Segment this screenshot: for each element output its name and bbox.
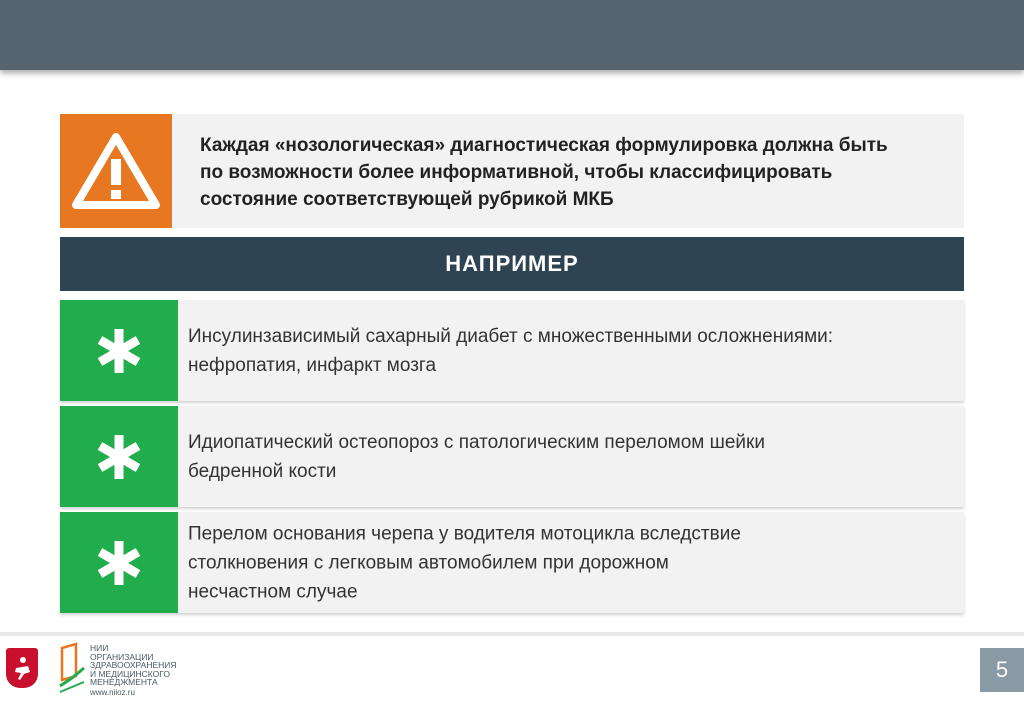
top-bar: [0, 0, 1024, 70]
logo-line: МЕНЕДЖМЕНТА: [90, 677, 158, 687]
item-line: нефропатия, инфаркт мозга: [188, 354, 437, 376]
item-text: Перелом основания черепа у водителя мото…: [188, 519, 950, 606]
item-line: несчастном случае: [188, 581, 358, 602]
asterisk-icon: [97, 328, 141, 373]
item-badge: [60, 406, 178, 507]
example-item: Идиопатический остеопороз с патологическ…: [60, 406, 964, 507]
item-badge: [60, 512, 178, 613]
warning-text: Каждая «нозологическая» диагностическая …: [200, 132, 952, 213]
item-line: Идиопатический остеопороз с патологическ…: [188, 431, 765, 453]
item-text: Идиопатический остеопороз с патологическ…: [188, 428, 950, 486]
warning-line: состояние соответствующей рубрикой МКБ: [200, 189, 614, 210]
item-line: столкновения с легковым автомобилем при …: [188, 552, 669, 573]
example-item: Перелом основания черепа у водителя мото…: [60, 512, 964, 613]
asterisk-icon: [97, 434, 141, 479]
warning-triangle-icon: [72, 133, 160, 209]
item-badge: [60, 300, 178, 401]
rider-icon: [15, 657, 30, 680]
footer-divider: [0, 632, 1024, 636]
asterisk-icon: [97, 540, 141, 585]
warning-line: Каждая «нозологическая» диагностическая …: [200, 135, 888, 156]
moscow-coat-of-arms-icon: [6, 648, 38, 688]
logo-url: www.niioz.ru: [90, 688, 135, 697]
item-line: бедренной кости: [188, 460, 337, 482]
warning-line: по возможности более информативной, чтоб…: [200, 162, 833, 183]
warning-callout: Каждая «нозологическая» диагностическая …: [60, 114, 964, 228]
niioz-logo-icon: [59, 642, 85, 693]
example-header: НАПРИМЕР: [60, 237, 964, 291]
item-line: Инсулинзависимый сахарный диабет с множе…: [188, 325, 834, 347]
page-number: 5: [980, 648, 1024, 692]
logo-text: НИИ ОРГАНИЗАЦИИ ЗДРАВООХРАНЕНИЯ И МЕДИЦИ…: [90, 644, 177, 687]
item-line: Перелом основания черепа у водителя мото…: [188, 523, 741, 544]
warning-icon-box: [60, 114, 172, 228]
item-text: Инсулинзависимый сахарный диабет с множе…: [188, 322, 950, 380]
example-item: Инсулинзависимый сахарный диабет с множе…: [60, 300, 964, 401]
